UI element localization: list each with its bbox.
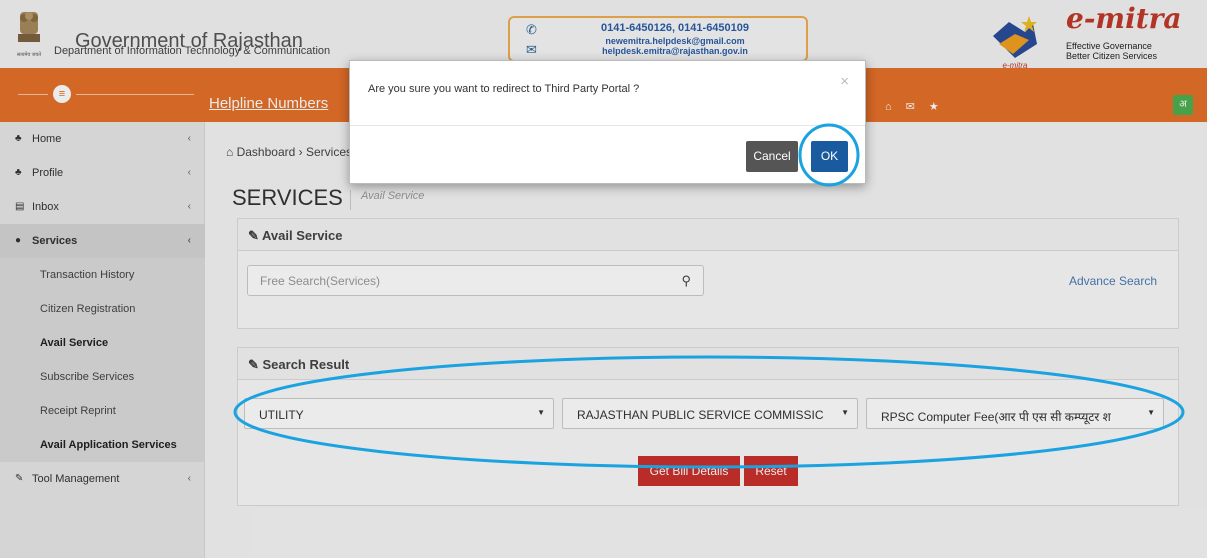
dialog-divider <box>350 125 865 126</box>
close-icon[interactable]: × <box>840 73 849 90</box>
dialog-message: Are you sure you want to redirect to Thi… <box>368 83 640 95</box>
cancel-button[interactable]: Cancel <box>746 141 798 172</box>
ok-button[interactable]: OK <box>811 141 848 172</box>
confirm-redirect-dialog: Are you sure you want to redirect to Thi… <box>349 60 866 184</box>
